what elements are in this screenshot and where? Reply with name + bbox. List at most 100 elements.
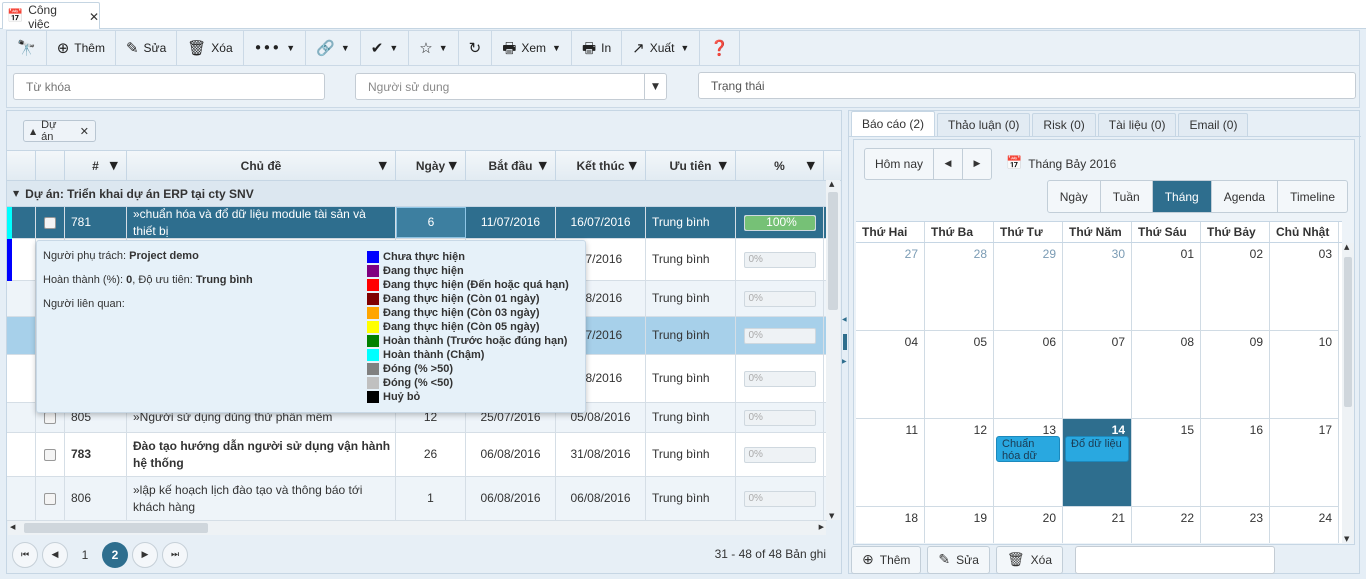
grid-vertical-thumb[interactable]: [828, 192, 838, 310]
header-days[interactable]: Ngày ▼: [396, 151, 466, 181]
pager-page-2[interactable]: 2: [102, 542, 128, 568]
calendar-day-cell[interactable]: 05: [925, 331, 994, 419]
pager-prev-button[interactable]: ◀: [42, 542, 68, 568]
header-percent[interactable]: % ▼: [736, 151, 824, 181]
calendar-day-cell[interactable]: 23: [1201, 507, 1270, 543]
header-subject[interactable]: Chủ đề ▼: [127, 151, 396, 181]
next-month-button[interactable]: ▶: [962, 148, 992, 180]
calendar-day-cell[interactable]: 19: [925, 507, 994, 543]
calendar-event[interactable]: Chuẩn hóa dữ: [996, 436, 1060, 462]
view-button[interactable]: Timeline: [1278, 181, 1347, 212]
link-menu-button[interactable]: 🔗 ▼: [306, 31, 361, 65]
edit-button[interactable]: ✎ Sửa: [116, 31, 178, 65]
status-menu-button[interactable]: ✔ ▼: [361, 31, 410, 65]
view-button[interactable]: Agenda: [1212, 181, 1279, 212]
keyword-input[interactable]: [13, 73, 325, 100]
print-button[interactable]: 🖶 In: [572, 31, 623, 65]
view-menu-button[interactable]: 🖶 Xem ▼: [492, 31, 572, 65]
calendar-day-cell[interactable]: 10: [1270, 331, 1339, 419]
table-row[interactable]: 783 Đào tạo hướng dẫn người sử dụng vận h…: [7, 433, 827, 477]
grid-vertical-scrollbar[interactable]: ▲ ▼: [826, 180, 840, 520]
add-button[interactable]: ⊕ Thêm: [47, 31, 116, 65]
calendar-day-cell[interactable]: 06: [994, 331, 1063, 419]
pager-first-button[interactable]: ⏮: [12, 542, 38, 568]
collapse-left-icon[interactable]: ◀: [842, 316, 847, 323]
help-button[interactable]: ❓: [700, 31, 741, 65]
today-button[interactable]: Hôm nay: [864, 148, 934, 180]
header-priority[interactable]: Ưu tiên ▼: [646, 151, 736, 181]
scroll-right-icon[interactable]: ▶: [819, 523, 824, 531]
row-checkbox[interactable]: [44, 411, 56, 424]
chevron-down-icon[interactable]: ▼: [644, 74, 666, 99]
detail-add-button[interactable]: ⊕ Thêm: [851, 546, 922, 574]
prev-month-button[interactable]: ◀: [933, 148, 963, 180]
calendar-day-cell[interactable]: 14: [1063, 419, 1132, 507]
user-select[interactable]: Người sử dụng ▼: [355, 73, 667, 100]
detail-tab[interactable]: Tài liệu (0): [1097, 113, 1177, 136]
header-end[interactable]: Kết thúc ▼: [556, 151, 646, 181]
filter-icon[interactable]: ▼: [449, 159, 457, 172]
detail-tab[interactable]: Thảo luận (0): [937, 113, 1031, 136]
calendar-vertical-scrollbar[interactable]: ▲ ▼: [1342, 243, 1354, 543]
view-button[interactable]: Tuần: [1101, 181, 1153, 212]
calendar-day-cell[interactable]: 21: [1063, 507, 1132, 543]
pager-last-button[interactable]: ⏭: [162, 542, 188, 568]
calendar-day-cell[interactable]: 22: [1132, 507, 1201, 543]
date-picker[interactable]: 📅 Tháng Bảy 2016: [1006, 156, 1116, 171]
calendar-day-cell[interactable]: 28: [925, 243, 994, 331]
detail-delete-button[interactable]: 🗑 Xóa: [995, 546, 1064, 574]
calendar-day-cell[interactable]: 15: [1132, 419, 1201, 507]
close-icon[interactable]: ✕: [89, 10, 99, 24]
filter-icon[interactable]: ▼: [807, 159, 815, 172]
header-id[interactable]: # ▼: [65, 151, 127, 181]
grid-horizontal-thumb[interactable]: [24, 523, 208, 533]
detail-tab[interactable]: Báo cáo (2): [851, 111, 936, 136]
pager-next-button[interactable]: ▶: [132, 542, 158, 568]
refresh-button[interactable]: ↻: [459, 31, 493, 65]
scroll-left-icon[interactable]: ◀: [10, 523, 15, 531]
detail-input[interactable]: [1075, 546, 1276, 574]
detail-tab[interactable]: Email (0): [1178, 113, 1249, 136]
calendar-scroll-thumb[interactable]: [1344, 257, 1352, 407]
calendar-day-cell[interactable]: 04: [856, 331, 925, 419]
status-input[interactable]: Trạng thái: [698, 72, 1356, 99]
splitter-handle[interactable]: [843, 334, 847, 350]
filter-icon[interactable]: ▼: [379, 159, 387, 172]
scroll-down-icon[interactable]: ▼: [1344, 535, 1349, 543]
group-row[interactable]: ▼ Dự án: Triển khai dự án ERP tại cty SN…: [7, 181, 827, 207]
table-row[interactable]: 806 »lập kế hoạch lịch đào tạo và thông b…: [7, 477, 827, 521]
calendar-day-cell[interactable]: 27: [856, 243, 925, 331]
calendar-day-cell[interactable]: 30: [1063, 243, 1132, 331]
delete-button[interactable]: 🗑 Xóa: [177, 31, 244, 65]
filter-icon[interactable]: ▼: [629, 159, 637, 172]
filter-icon[interactable]: ▼: [719, 159, 727, 172]
calendar-day-cell[interactable]: 24: [1270, 507, 1339, 543]
calendar-day-cell[interactable]: 03: [1270, 243, 1339, 331]
calendar-day-cell[interactable]: 12: [925, 419, 994, 507]
filter-icon[interactable]: ▼: [539, 159, 547, 172]
calendar-day-cell[interactable]: 01: [1132, 243, 1201, 331]
view-button[interactable]: Ngày: [1048, 181, 1101, 212]
calendar-day-cell[interactable]: 11: [856, 419, 925, 507]
group-chip-project[interactable]: ▲ Dự án ✕: [23, 119, 96, 143]
more-menu-button[interactable]: ••• ▼: [244, 31, 307, 65]
calendar-day-cell[interactable]: 09: [1201, 331, 1270, 419]
scroll-down-icon[interactable]: ▼: [829, 512, 834, 520]
star-menu-button[interactable]: ☆ ▼: [409, 31, 459, 65]
header-start[interactable]: Bắt đầu ▼: [466, 151, 556, 181]
export-menu-button[interactable]: ↗ Xuất ▼: [622, 31, 701, 65]
find-button[interactable]: 🔭: [7, 31, 47, 65]
collapse-icon[interactable]: ▼: [13, 189, 19, 198]
row-checkbox[interactable]: [44, 492, 56, 505]
document-tab[interactable]: 📅 Công việc ✕: [2, 2, 100, 31]
calendar-day-cell[interactable]: 29: [994, 243, 1063, 331]
calendar-day-cell[interactable]: 07: [1063, 331, 1132, 419]
filter-icon[interactable]: ▼: [110, 159, 118, 172]
calendar-day-cell[interactable]: 02: [1201, 243, 1270, 331]
scroll-up-icon[interactable]: ▲: [1344, 243, 1349, 251]
calendar-day-cell[interactable]: 16: [1201, 419, 1270, 507]
calendar-day-cell[interactable]: 08: [1132, 331, 1201, 419]
calendar-day-cell[interactable]: 17: [1270, 419, 1339, 507]
calendar-event[interactable]: Đổ dữ liệu: [1065, 436, 1129, 462]
row-checkbox[interactable]: [44, 216, 56, 229]
